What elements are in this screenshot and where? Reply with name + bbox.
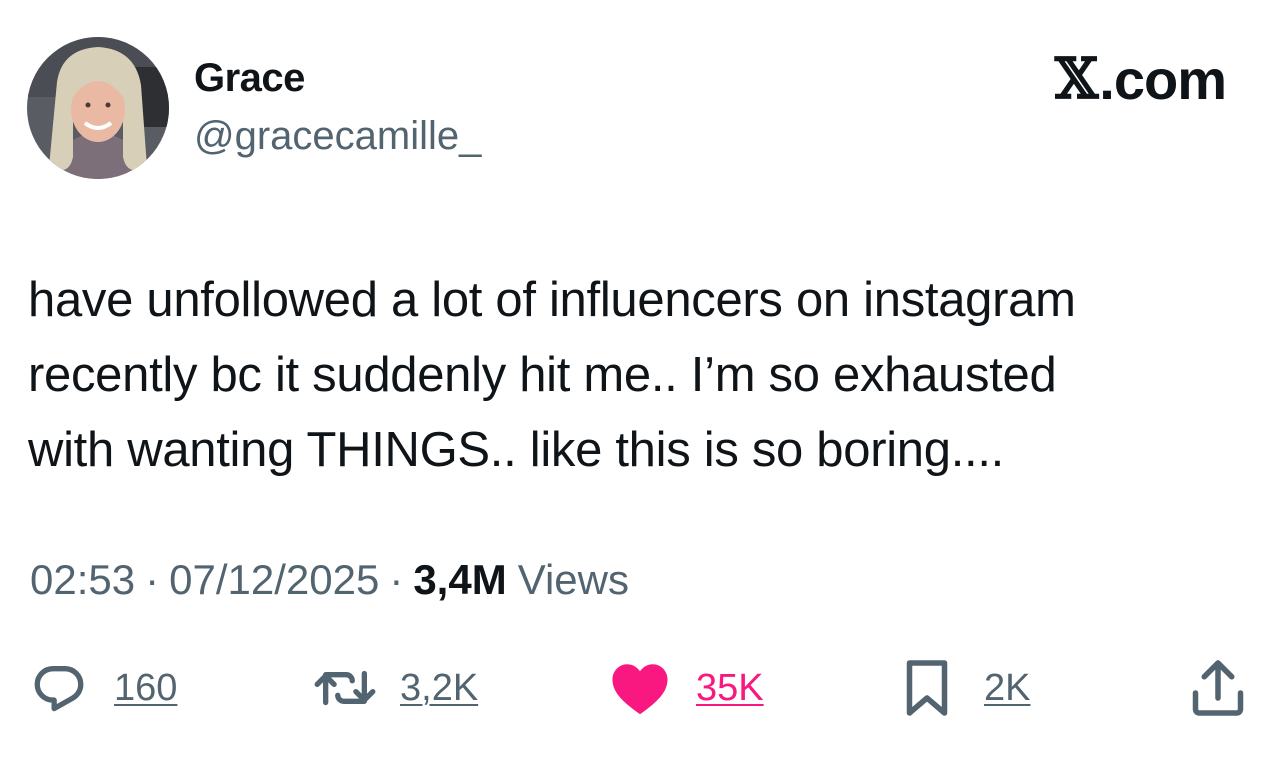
share-button[interactable] bbox=[1190, 648, 1246, 728]
repost-count[interactable]: 3,2K bbox=[400, 667, 478, 710]
tweet-date[interactable]: 07/12/2025 bbox=[169, 556, 379, 604]
views-count: 3,4M bbox=[413, 556, 507, 603]
author-handle[interactable]: @gracecamille_ bbox=[194, 114, 481, 159]
avatar[interactable] bbox=[27, 37, 169, 179]
tweet-meta: 02:53 · 07/12/2025 · 3,4M Views bbox=[30, 556, 629, 604]
author-name[interactable]: Grace bbox=[194, 56, 305, 101]
share-icon bbox=[1190, 658, 1246, 718]
reply-icon bbox=[30, 659, 88, 717]
x-logo: 𝕏 .com bbox=[1054, 46, 1227, 112]
tweet-line: have unfollowed a lot of influencers on … bbox=[28, 273, 1076, 327]
bookmark-button[interactable]: 2K bbox=[904, 648, 1030, 728]
meta-separator: · bbox=[145, 556, 160, 603]
bookmark-count[interactable]: 2K bbox=[984, 667, 1030, 710]
tweet-line: with wanting THINGS.. like this is so bo… bbox=[28, 423, 1004, 477]
action-bar: 160 3,2K 35K 2K bbox=[0, 648, 1284, 728]
like-count[interactable]: 35K bbox=[696, 667, 764, 710]
bookmark-icon bbox=[904, 658, 950, 718]
x-brand-icon: 𝕏 bbox=[1054, 46, 1098, 112]
repost-icon bbox=[312, 659, 378, 717]
reply-button[interactable]: 160 bbox=[30, 648, 177, 728]
views-label: Views bbox=[517, 556, 629, 603]
like-button[interactable]: 35K bbox=[610, 648, 764, 728]
meta-separator: · bbox=[389, 556, 404, 603]
tweet-time[interactable]: 02:53 bbox=[30, 556, 135, 604]
reply-count[interactable]: 160 bbox=[114, 667, 177, 710]
tweet-text: have unfollowed a lot of influencers on … bbox=[28, 263, 1248, 488]
heart-icon bbox=[610, 660, 670, 716]
repost-button[interactable]: 3,2K bbox=[312, 648, 478, 728]
brand-suffix: .com bbox=[1099, 47, 1227, 111]
tweet-line: recently bc it suddenly hit me.. I’m so … bbox=[28, 348, 1057, 402]
